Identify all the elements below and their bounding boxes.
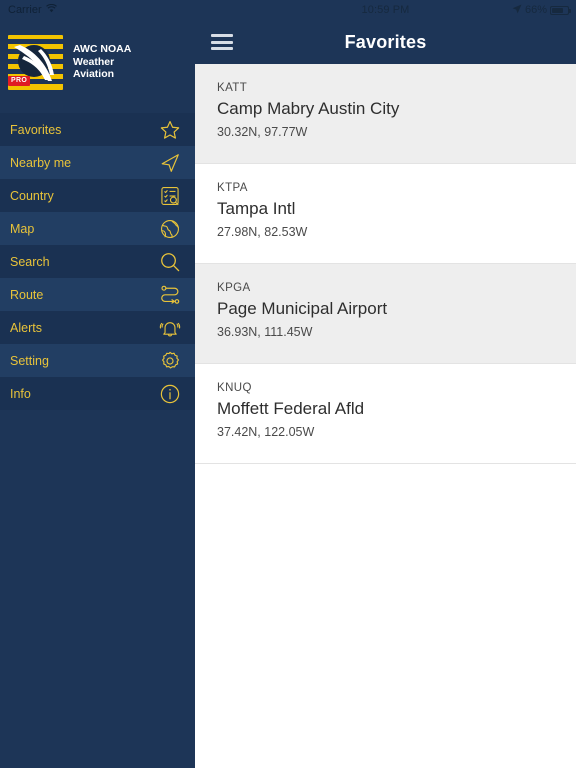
airport-name: Moffett Federal Afld — [217, 399, 365, 418]
logo-line-2: Weather — [73, 55, 115, 68]
sidebar-item-alerts[interactable]: Alerts — [0, 311, 195, 344]
carrier-label: Carrier — [8, 4, 42, 16]
logo-line-3: Aviation — [73, 68, 115, 81]
hamburger-menu-icon[interactable] — [211, 34, 233, 50]
sidebar-item-label: Country — [10, 188, 54, 203]
aviation-logo-icon: PRO — [8, 34, 63, 90]
airport-code: KPGA — [217, 282, 251, 294]
sidebar-item-search[interactable]: Search — [0, 245, 195, 278]
status-battery-group: 66% — [512, 4, 571, 17]
app-logo: PRO AWC NOAA Weather Aviation — [0, 32, 195, 92]
airport-code: KNUQ — [217, 382, 252, 394]
list-item[interactable]: KTPA Tampa Intl 27.98N, 82.53W — [195, 164, 576, 264]
sidebar-item-favorites[interactable]: Favorites — [0, 113, 195, 146]
page-title: Favorites — [344, 31, 427, 52]
list-item[interactable]: KPGA Page Municipal Airport 36.93N, 111.… — [195, 264, 576, 364]
sidebar-item-label: Route — [10, 287, 44, 302]
status-bar-right: 10:59 PM 66% — [195, 0, 576, 20]
app-logo-text: AWC NOAA Weather Aviation — [73, 43, 131, 81]
sidebar-item-country[interactable]: Country — [0, 179, 195, 212]
star-icon — [159, 119, 181, 141]
pro-badge: PRO — [8, 75, 31, 86]
sidebar-item-nearby-me[interactable]: Nearby me — [0, 146, 195, 179]
favorites-list: KATT Camp Mabry Austin City 30.32N, 97.7… — [195, 64, 576, 768]
magnifier-icon — [159, 251, 181, 273]
route-path-icon — [159, 284, 181, 306]
battery-icon — [550, 5, 571, 15]
airport-name: Page Municipal Airport — [217, 299, 388, 318]
list-item[interactable]: KNUQ Moffett Federal Afld 37.42N, 122.05… — [195, 364, 576, 464]
airport-coords: 27.98N, 82.53W — [217, 225, 308, 239]
bell-icon — [159, 317, 181, 339]
sidebar-item-label: Alerts — [10, 320, 42, 335]
status-bar: Carrier 10:59 PM 66% — [0, 0, 576, 20]
sidebar-item-route[interactable]: Route — [0, 278, 195, 311]
info-circle-icon — [159, 383, 181, 405]
sidebar-item-setting[interactable]: Setting — [0, 344, 195, 377]
sidebar-item-label: Favorites — [10, 122, 62, 137]
status-bar-left: Carrier — [0, 0, 195, 20]
wifi-icon — [45, 3, 57, 16]
app-root: Carrier 10:59 PM 66% PRO AWC NOAA Weathe… — [0, 0, 576, 768]
list-item[interactable]: KATT Camp Mabry Austin City 30.32N, 97.7… — [195, 64, 576, 164]
sidebar-item-label: Info — [10, 386, 31, 401]
airport-name: Camp Mabry Austin City — [217, 99, 400, 118]
globe-icon — [159, 218, 181, 240]
airport-coords: 36.93N, 111.45W — [217, 325, 313, 339]
navigation-arrow-icon — [159, 152, 181, 174]
sidebar-item-label: Map — [10, 221, 35, 236]
sidebar: PRO AWC NOAA Weather Aviation Favorites … — [0, 0, 195, 768]
sidebar-item-label: Nearby me — [10, 155, 72, 170]
main-content: Favorites KATT Camp Mabry Austin City 30… — [195, 0, 576, 768]
airport-coords: 30.32N, 97.77W — [217, 125, 308, 139]
gear-icon — [159, 350, 181, 372]
navigation-bar: Favorites — [195, 20, 576, 64]
sidebar-item-map[interactable]: Map — [0, 212, 195, 245]
checklist-search-icon — [159, 185, 181, 207]
airport-name: Tampa Intl — [217, 199, 296, 218]
location-arrow-icon — [512, 4, 522, 17]
logo-line-1: AWC NOAA — [73, 43, 132, 56]
airport-code: KTPA — [217, 182, 248, 194]
sidebar-item-label: Search — [10, 254, 50, 269]
sidebar-item-label: Setting — [10, 353, 49, 368]
sidebar-menu: Favorites Nearby me Country Map Search R… — [0, 113, 195, 410]
airport-coords: 37.42N, 122.05W — [217, 425, 315, 439]
battery-percent-label: 66% — [524, 4, 547, 16]
airport-code: KATT — [217, 82, 248, 94]
sidebar-item-info[interactable]: Info — [0, 377, 195, 410]
